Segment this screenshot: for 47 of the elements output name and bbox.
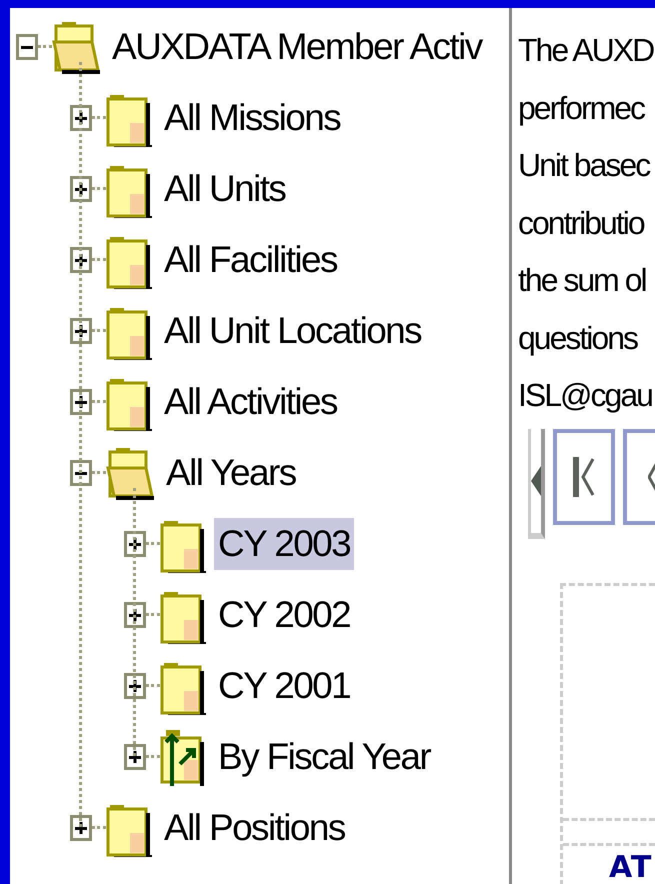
tree-item[interactable]: All Years [162, 446, 300, 498]
tree-item[interactable]: By Fiscal Year [214, 730, 434, 782]
collapse-button[interactable] [70, 460, 92, 486]
description-text: the sum ol [518, 261, 647, 300]
scroll-left-button[interactable] [531, 428, 545, 538]
plus-icon [75, 182, 87, 194]
expand-button[interactable] [124, 672, 146, 698]
plus-icon [75, 822, 87, 834]
report-heading: AT [608, 850, 654, 884]
description-text: ISL@cgau [518, 376, 653, 415]
tree-item[interactable]: All Units [160, 162, 290, 214]
description-text: Unit basec [518, 146, 651, 185]
expand-button[interactable] [124, 744, 146, 770]
tree-item[interactable]: All Unit Locations [160, 304, 426, 356]
plus-icon [129, 750, 141, 762]
tree-item[interactable]: CY 2001 [214, 660, 354, 712]
expand-button[interactable] [70, 814, 92, 840]
left-arrow-icon [531, 466, 541, 496]
expand-button[interactable] [124, 530, 146, 556]
description-text: performec [518, 88, 646, 128]
first-page-icon [573, 456, 595, 496]
plus-icon [129, 680, 141, 692]
expand-button[interactable] [70, 176, 92, 202]
tree-item[interactable]: All Facilities [160, 234, 341, 286]
plus-icon [75, 254, 87, 266]
plus-icon [75, 112, 87, 124]
tree-item[interactable]: CY 2003 [214, 518, 354, 570]
expand-button[interactable] [124, 602, 146, 628]
plus-icon [129, 608, 141, 620]
tree-item[interactable]: AUXDATA Member Activ [108, 20, 486, 72]
expand-button[interactable] [70, 104, 92, 130]
expand-button[interactable] [70, 246, 92, 272]
plus-icon [129, 538, 141, 550]
description-text: contributio [518, 204, 646, 242]
first-page-button[interactable] [553, 428, 615, 524]
expand-button[interactable] [70, 318, 92, 344]
description-text: questions [518, 318, 638, 358]
description-text: The AUXD [518, 31, 655, 70]
plus-icon [75, 396, 87, 408]
tree-item[interactable]: CY 2002 [214, 588, 354, 640]
expand-button[interactable] [70, 388, 92, 414]
plus-icon [75, 324, 87, 336]
collapse-button[interactable] [16, 34, 38, 60]
folder-arrow-icon [160, 728, 206, 786]
tree-item[interactable]: All Activities [160, 376, 341, 428]
tree-item[interactable]: All Positions [160, 802, 349, 854]
tree-item[interactable]: All Missions [160, 92, 344, 144]
